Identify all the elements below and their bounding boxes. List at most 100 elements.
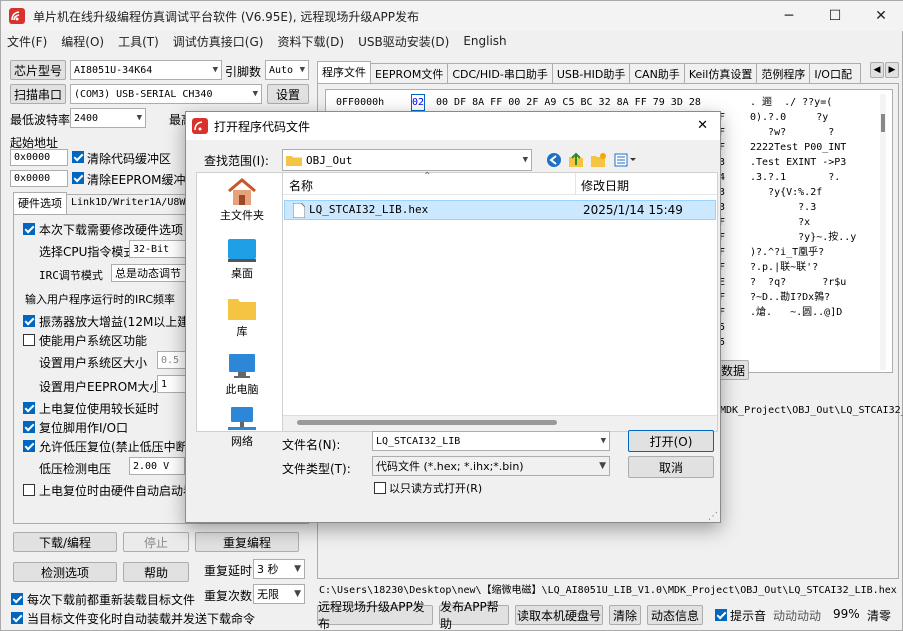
por-hw-label: 上电复位时由硬件自动启动看 <box>39 484 196 498</box>
nav-home[interactable]: 主文件夹 <box>197 177 287 223</box>
check-options-button[interactable]: 检测选项 <box>13 562 117 582</box>
filetype-select[interactable]: 代码文件 (*.hex; *.ihx;*.bin) ▼ <box>372 456 610 476</box>
column-name-header[interactable]: 名称 <box>289 177 313 194</box>
dynamic-info-button[interactable]: 动态信息 <box>647 605 703 625</box>
resize-grip-icon[interactable]: ⋰ <box>708 511 718 522</box>
menu-english[interactable]: English <box>463 34 506 48</box>
tab-scroll-right-button[interactable]: ▶ <box>885 62 899 78</box>
hex-ascii-row: 0).?.0 ?y <box>750 112 829 123</box>
dialog-title: 打开程序代码文件 <box>214 119 311 134</box>
irc-mode-select[interactable]: 总是动态调节 <box>111 264 191 282</box>
repeat-delay-select[interactable]: 3 秒 ▼ <box>253 559 305 579</box>
need-modify-label: 本次下载需要修改硬件选项 <box>39 223 184 237</box>
eeprom-size-label: 设置用户EEPROM大小 <box>39 380 162 394</box>
lookin-select[interactable]: OBJ_Out ▼ <box>282 149 532 171</box>
osc-gain-checkbox[interactable] <box>23 315 35 327</box>
reset-count-label: 清零 <box>867 609 892 623</box>
reload-before-download-checkbox[interactable] <box>11 593 23 605</box>
app-help-button[interactable]: 发布APP帮助 <box>439 600 509 631</box>
file-list-hscrollbar[interactable] <box>283 415 717 431</box>
sys-size-label: 设置用户系统区大小 <box>39 356 148 370</box>
clear-code-label: 清除代码缓冲区 <box>87 152 172 166</box>
min-baud-select[interactable]: 2400 ▼ <box>70 108 146 128</box>
file-date: 2025/1/14 15:49 <box>583 203 683 217</box>
menu-program[interactable]: 编程(O) <box>61 33 104 50</box>
need-modify-checkbox[interactable] <box>23 223 35 235</box>
tab-program-file[interactable]: 程序文件 <box>317 61 371 84</box>
scan-port-button[interactable]: 扫描串口 <box>10 84 66 104</box>
new-folder-icon[interactable] <box>590 152 606 168</box>
stop-button[interactable]: 停止 <box>123 532 189 552</box>
clear-code-checkbox[interactable] <box>72 151 84 163</box>
menu-file[interactable]: 文件(F) <box>7 33 47 50</box>
low-volt-reset-checkbox[interactable] <box>23 440 35 452</box>
repeat-count-value: 无限 <box>257 588 279 601</box>
menu-debug[interactable]: 调试仿真接口(G) <box>173 33 264 50</box>
clear-eeprom-checkbox[interactable] <box>72 172 84 184</box>
cpu-mode-select[interactable]: 32-Bit <box>129 240 191 258</box>
reprogram-button[interactable]: 重复编程 <box>195 532 299 552</box>
remote-upgrade-button[interactable]: 远程现场升级APP发布 <box>317 600 433 631</box>
hex-scrollbar[interactable] <box>880 94 886 370</box>
por-delay-checkbox[interactable] <box>23 402 35 414</box>
cpu-mode-label: 选择CPU指令模式 <box>39 245 136 259</box>
close-window-button[interactable]: ✕ <box>858 1 903 31</box>
hex-ascii-row: ?~D..勘I?Dx鶉? <box>750 292 831 303</box>
filetype-value: 代码文件 (*.hex; *.ihx;*.bin) <box>376 460 524 473</box>
nav-desktop[interactable]: 桌面 <box>197 235 287 281</box>
read-disk-id-button[interactable]: 读取本机硬盘号 <box>515 605 603 625</box>
cancel-button[interactable]: 取消 <box>628 456 714 478</box>
menu-usb-driver[interactable]: USB驱动安装(D) <box>358 33 449 50</box>
auto-send-label: 当目标文件变化时自动装载并发送下载命令 <box>27 612 256 626</box>
menu-tools[interactable]: 工具(T) <box>118 33 159 50</box>
pin-count-select[interactable]: Auto ▼ <box>265 60 309 80</box>
reset-io-checkbox[interactable] <box>23 421 35 433</box>
eeprom-address-input[interactable]: 0x0000 <box>10 170 68 187</box>
up-folder-icon[interactable] <box>568 152 584 168</box>
back-arrow-icon[interactable] <box>546 152 562 168</box>
minimize-button[interactable]: ─ <box>766 1 812 31</box>
filename-input[interactable]: LQ_STCAI32_LIB ▼ <box>372 431 610 451</box>
nav-network[interactable]: 网络 <box>197 405 287 449</box>
settings-button[interactable]: 设置 <box>267 84 309 104</box>
tab-scroll-left-button[interactable]: ◀ <box>870 62 884 78</box>
repeat-count-label: 重复次数 <box>204 589 253 603</box>
hex-ascii-row: ?w? ? <box>750 127 835 138</box>
code-address-input[interactable]: 0x0000 <box>10 149 68 166</box>
open-button[interactable]: 打开(O) <box>628 430 714 452</box>
low-volt-select[interactable]: 2.00 V <box>129 457 185 475</box>
dialog-close-icon[interactable]: ✕ <box>697 118 708 133</box>
lookin-value: OBJ_Out <box>306 153 353 167</box>
nav-library[interactable]: 库 <box>197 293 287 339</box>
por-hw-checkbox[interactable] <box>23 484 35 496</box>
hex-ascii-row: )?.^?i_T凰乎? <box>750 247 825 258</box>
port-select[interactable]: (COM3) USB-SERIAL CH340 ▼ <box>70 84 262 104</box>
tab-hardware-options[interactable]: 硬件选项 <box>13 192 67 215</box>
help-button[interactable]: 帮助 <box>123 562 189 582</box>
nav-this-pc[interactable]: 此电脑 <box>197 351 287 397</box>
file-icon <box>293 203 305 218</box>
hex-bytes: 00 DF 8A FF 00 2F A9 C5 BC 32 8A FF 79 3… <box>436 97 701 108</box>
network-icon <box>228 407 256 430</box>
chip-model-select[interactable]: AI8051U-34K64 ▼ <box>70 60 222 80</box>
menu-downloads[interactable]: 资料下载(D) <box>277 33 344 50</box>
eeprom-size-value: 1 <box>161 378 168 390</box>
file-row[interactable]: LQ_STCAI32_LIB.hex 2025/1/14 15:49 <box>284 200 716 220</box>
maximize-button[interactable]: ☐ <box>812 1 858 31</box>
auto-send-checkbox[interactable] <box>11 612 23 624</box>
library-icon <box>228 299 256 320</box>
column-date-header[interactable]: 修改日期 <box>581 177 629 194</box>
beep-checkbox[interactable] <box>715 609 727 621</box>
user-sys-area-label: 使能用户系统区功能 <box>39 334 148 348</box>
chevron-down-icon: ▼ <box>136 113 142 123</box>
view-menu-icon[interactable] <box>614 152 638 168</box>
nav-desktop-label: 桌面 <box>231 267 253 280</box>
download-program-button[interactable]: 下载/编程 <box>13 532 117 552</box>
data-button[interactable]: 数据 <box>717 360 749 380</box>
hex-ascii-row: .熗. ~.圆..@]D <box>750 307 843 318</box>
repeat-count-select[interactable]: 无限 ▼ <box>253 584 305 604</box>
user-sys-area-checkbox[interactable] <box>23 334 35 346</box>
clear-button[interactable]: 清除 <box>609 605 641 625</box>
readonly-checkbox[interactable] <box>374 482 386 494</box>
hex-selected-byte: 02 <box>410 94 426 111</box>
